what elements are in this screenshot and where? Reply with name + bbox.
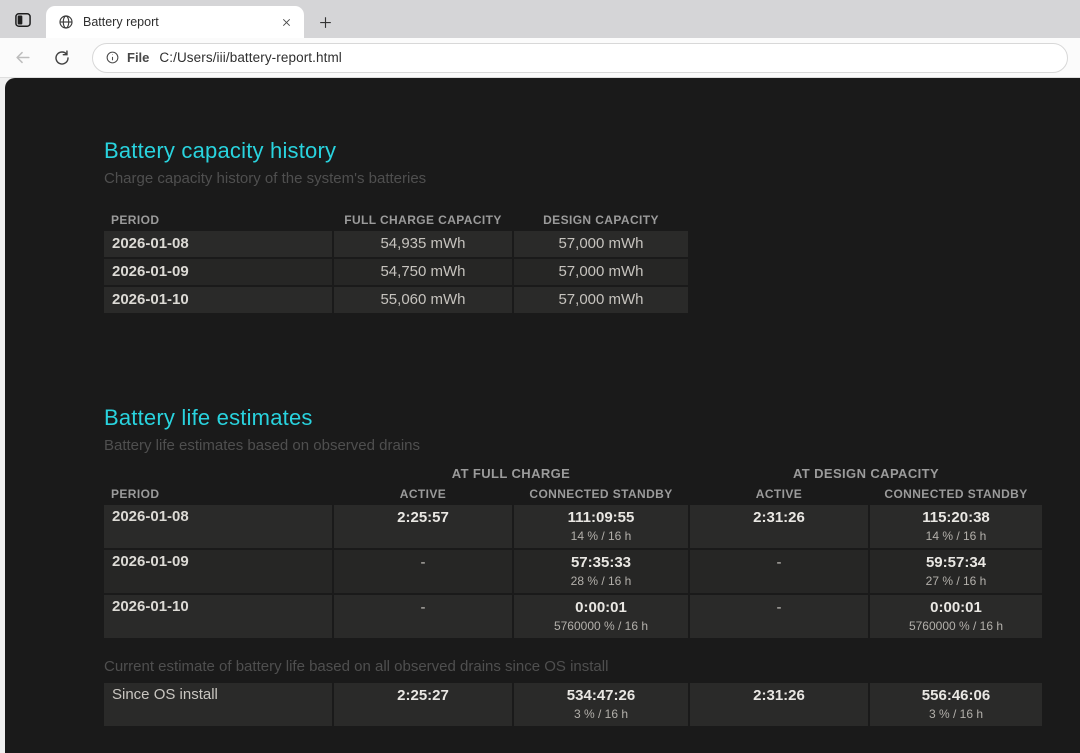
tab-title: Battery report xyxy=(83,15,276,29)
full-charge-cell: 54,935 mWh xyxy=(334,231,512,257)
reload-icon xyxy=(53,49,71,67)
tab-battery-report[interactable]: Battery report xyxy=(46,6,304,38)
os-install-note: Current estimate of battery life based o… xyxy=(104,658,1080,675)
estimates-table: AT FULL CHARGE AT DESIGN CAPACITY PERIOD… xyxy=(104,466,1042,638)
active-cell: 2:31:26 xyxy=(690,683,868,726)
period-cell: 2026-01-09 xyxy=(104,259,332,285)
table-row: 2026-01-08 54,935 mWh 57,000 mWh xyxy=(104,231,690,257)
design-capacity-cell: 57,000 mWh xyxy=(514,287,688,313)
address-bar[interactable]: File C:/Users/iii/battery-report.html xyxy=(92,43,1068,73)
tab-actions-button[interactable] xyxy=(10,7,36,33)
active-cell: - xyxy=(690,550,868,593)
standby-cell: 534:47:263 % / 16 h xyxy=(514,683,688,726)
column-header-period: PERIOD xyxy=(104,213,332,227)
standby-cell: 556:46:063 % / 16 h xyxy=(870,683,1042,726)
os-install-table: Since OS install 2:25:27 534:47:263 % / … xyxy=(104,683,1042,726)
browser-toolbar: File C:/Users/iii/battery-report.html xyxy=(0,38,1080,78)
reload-button[interactable] xyxy=(48,44,76,72)
address-scheme-label: File xyxy=(127,50,149,65)
address-url: C:/Users/iii/battery-report.html xyxy=(159,50,342,65)
capacity-table-header: PERIOD FULL CHARGE CAPACITY DESIGN CAPAC… xyxy=(104,213,690,227)
period-cell: 2026-01-10 xyxy=(104,595,332,638)
estimates-section-title: Battery life estimates xyxy=(104,405,1080,431)
estimates-table-header: PERIOD ACTIVE CONNECTED STANDBY ACTIVE C… xyxy=(104,487,1042,501)
standby-cell: 57:35:3328 % / 16 h xyxy=(514,550,688,593)
full-charge-cell: 55,060 mWh xyxy=(334,287,512,313)
tab-strip: Battery report xyxy=(0,0,1080,38)
standby-cell: 115:20:3814 % / 16 h xyxy=(870,505,1042,548)
column-header-connected-standby: CONNECTED STANDBY xyxy=(870,487,1042,501)
period-cell: 2026-01-10 xyxy=(104,287,332,313)
active-cell: - xyxy=(334,595,512,638)
full-charge-cell: 54,750 mWh xyxy=(334,259,512,285)
estimates-group-header: AT FULL CHARGE AT DESIGN CAPACITY xyxy=(104,466,1042,481)
active-cell: 2:25:57 xyxy=(334,505,512,548)
design-capacity-cell: 57,000 mWh xyxy=(514,259,688,285)
capacity-section-subtitle: Charge capacity history of the system's … xyxy=(104,170,1080,187)
standby-cell: 0:00:015760000 % / 16 h xyxy=(870,595,1042,638)
estimates-section-subtitle: Battery life estimates based on observed… xyxy=(104,437,1080,454)
table-row: 2026-01-10 - 0:00:015760000 % / 16 h - 0… xyxy=(104,595,1042,638)
table-row: 2026-01-10 55,060 mWh 57,000 mWh xyxy=(104,287,690,313)
back-button[interactable] xyxy=(8,44,36,72)
capacity-section-title: Battery capacity history xyxy=(104,138,1080,164)
active-cell: 2:31:26 xyxy=(690,505,868,548)
active-cell: - xyxy=(334,550,512,593)
info-icon[interactable] xyxy=(105,50,120,65)
plus-icon xyxy=(318,15,333,30)
column-header-design: DESIGN CAPACITY xyxy=(514,213,688,227)
period-cell: Since OS install xyxy=(104,683,332,726)
group-header-design-capacity: AT DESIGN CAPACITY xyxy=(690,466,1042,481)
column-header-full-charge: FULL CHARGE CAPACITY xyxy=(334,213,512,227)
period-cell: 2026-01-08 xyxy=(104,231,332,257)
globe-icon xyxy=(58,14,74,30)
back-arrow-icon xyxy=(13,48,32,67)
tab-layout-icon xyxy=(13,10,33,30)
table-row: 2026-01-08 2:25:57 111:09:5514 % / 16 h … xyxy=(104,505,1042,548)
active-cell: - xyxy=(690,595,868,638)
period-cell: 2026-01-09 xyxy=(104,550,332,593)
table-row: 2026-01-09 54,750 mWh 57,000 mWh xyxy=(104,259,690,285)
column-header-period: PERIOD xyxy=(104,487,332,501)
battery-report-page: Battery capacity history Charge capacity… xyxy=(5,78,1080,753)
standby-cell: 59:57:3427 % / 16 h xyxy=(870,550,1042,593)
table-row: 2026-01-09 - 57:35:3328 % / 16 h - 59:57… xyxy=(104,550,1042,593)
column-header-active: ACTIVE xyxy=(334,487,512,501)
group-header-full-charge: AT FULL CHARGE xyxy=(334,466,688,481)
new-tab-button[interactable] xyxy=(312,9,338,35)
active-cell: 2:25:27 xyxy=(334,683,512,726)
table-row: Since OS install 2:25:27 534:47:263 % / … xyxy=(104,683,1042,726)
standby-cell: 0:00:015760000 % / 16 h xyxy=(514,595,688,638)
column-header-active: ACTIVE xyxy=(690,487,868,501)
web-content-area: Battery capacity history Charge capacity… xyxy=(0,78,1080,753)
standby-cell: 111:09:5514 % / 16 h xyxy=(514,505,688,548)
capacity-table: PERIOD FULL CHARGE CAPACITY DESIGN CAPAC… xyxy=(104,213,690,313)
column-header-connected-standby: CONNECTED STANDBY xyxy=(514,487,688,501)
period-cell: 2026-01-08 xyxy=(104,505,332,548)
design-capacity-cell: 57,000 mWh xyxy=(514,231,688,257)
tab-close-icon[interactable] xyxy=(276,12,296,32)
browser-window: Battery report xyxy=(0,0,1080,753)
